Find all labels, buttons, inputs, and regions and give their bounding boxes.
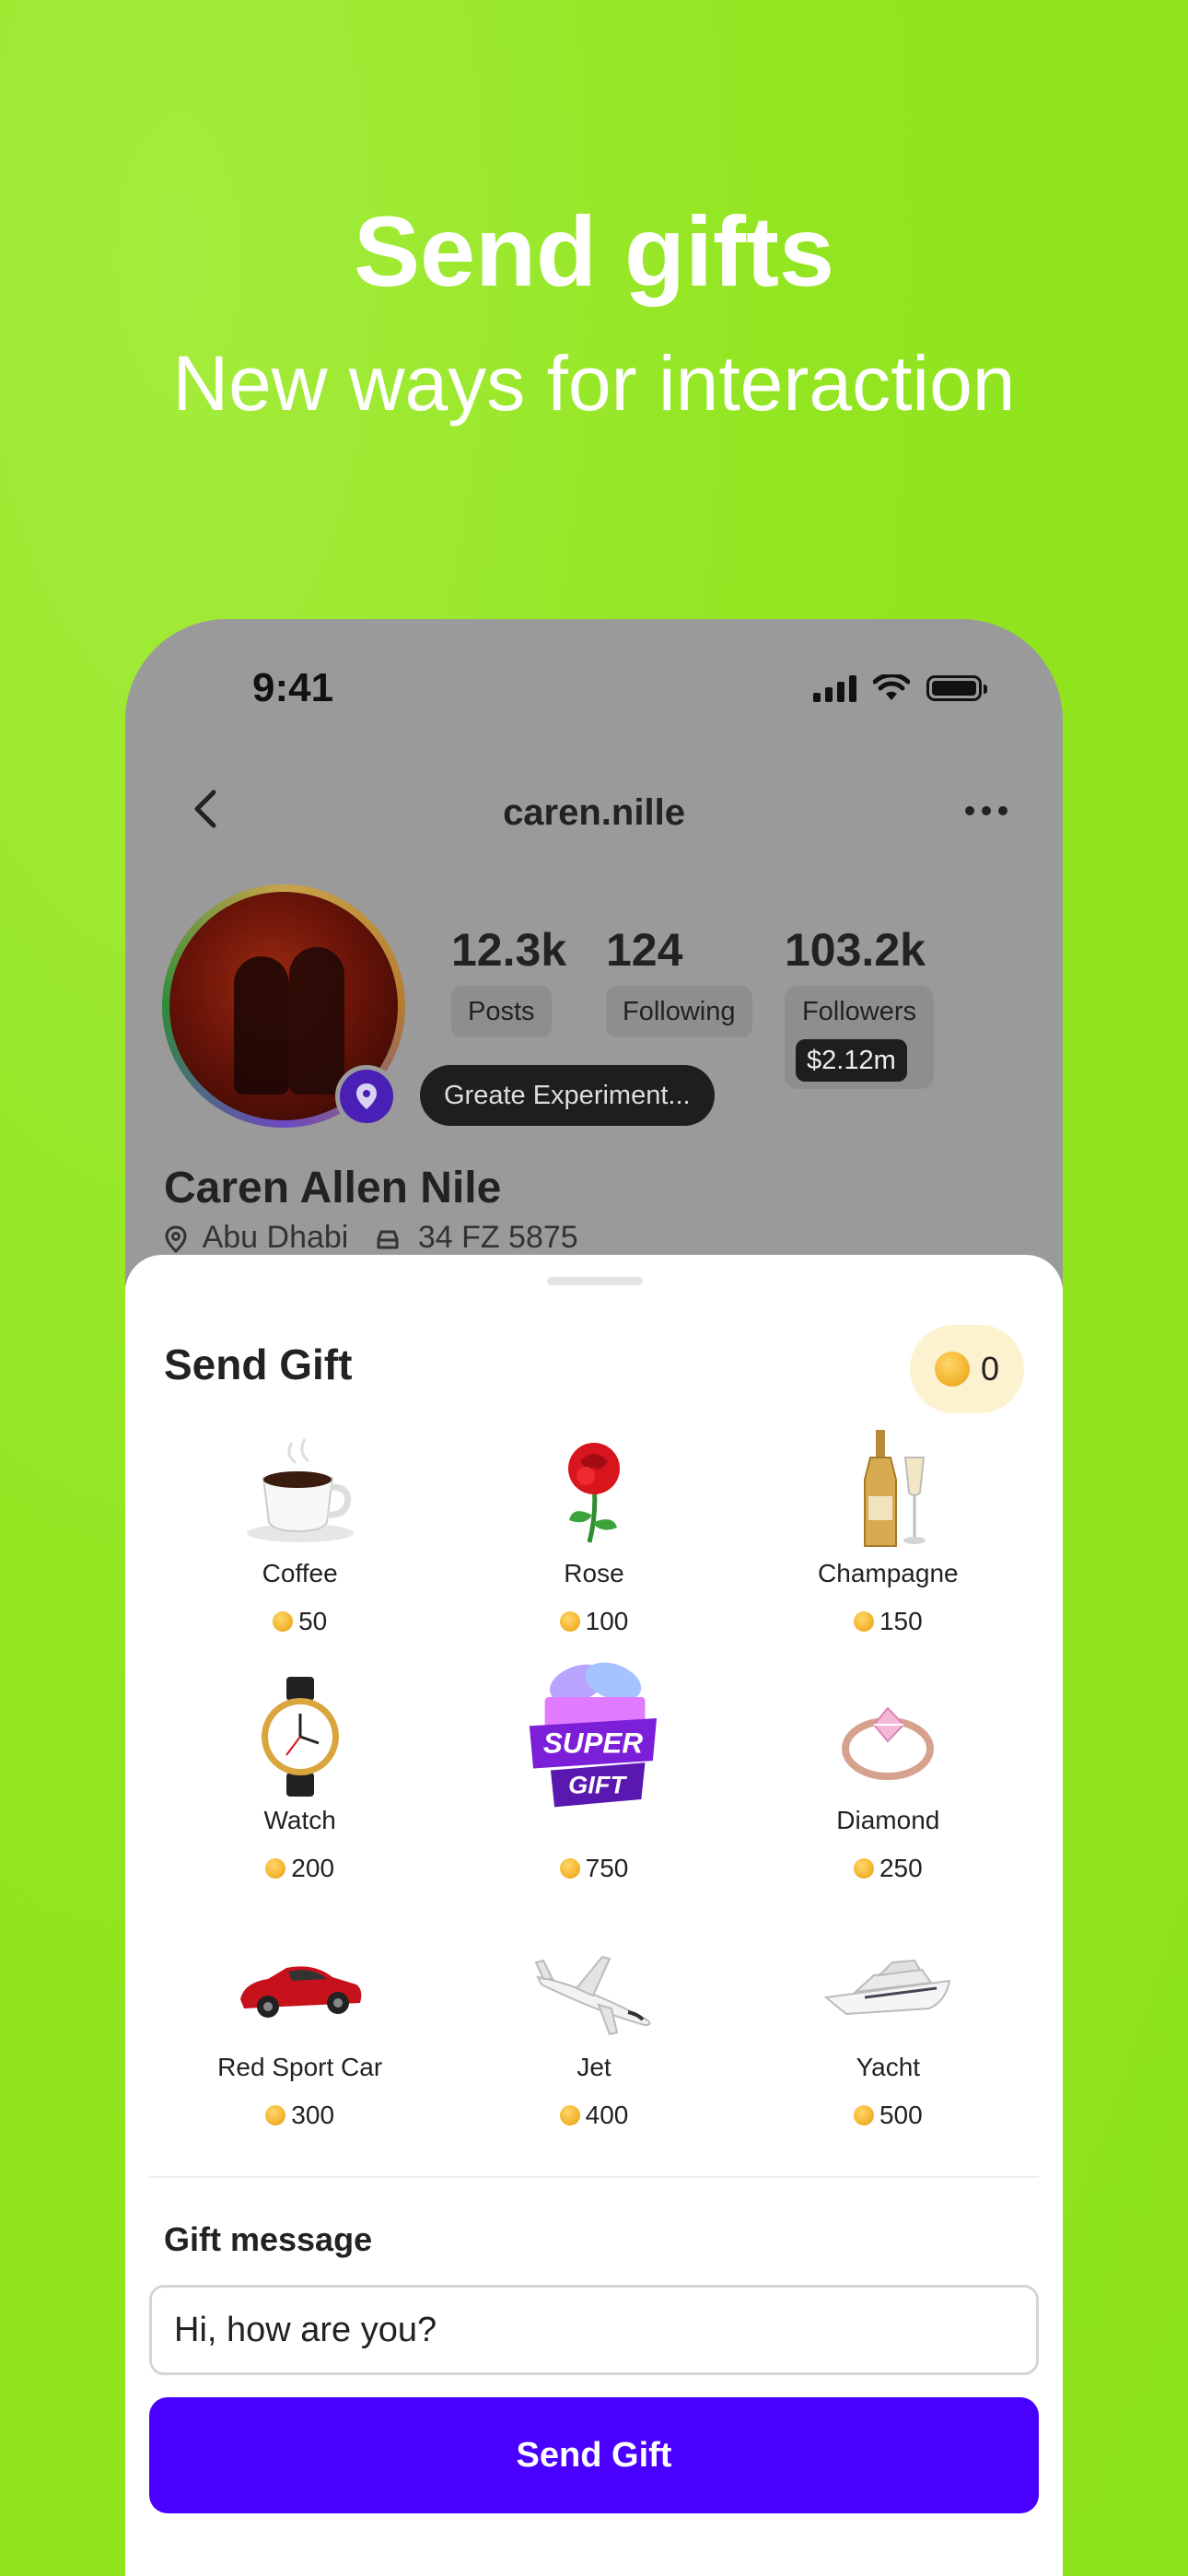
sport-car-icon (239, 1966, 361, 2018)
location-icon (165, 1225, 187, 1254)
sheet-title: Send Gift (164, 1341, 353, 1388)
gift-message-input[interactable] (149, 2285, 1039, 2375)
profile-plate: 34 FZ 5875 (417, 1220, 578, 1255)
coin-icon (559, 1611, 580, 1632)
yacht-icon (823, 1959, 951, 2016)
gift-item-rose[interactable]: Rose 100 (447, 1430, 740, 1677)
phone-screen: 9:41 caren.nille Greate Experiment... 12… (125, 619, 1063, 2576)
profile-full-name: Caren Allen Nile (164, 1164, 502, 1212)
gift-price: 250 (879, 1854, 923, 1882)
coffee-icon (246, 1438, 354, 1542)
location-pin-icon[interactable] (335, 1065, 398, 1128)
gift-price: 300 (291, 2101, 335, 2129)
jet-icon (534, 1955, 651, 2036)
gift-item-diamond[interactable]: Diamond 250 (741, 1677, 1035, 1924)
coin-balance[interactable]: 0 (910, 1325, 1024, 1413)
divider (149, 2176, 1039, 2178)
gift-item-red-sport-car[interactable]: Red Sport Car 300 (153, 1924, 447, 2171)
coin-icon (559, 2105, 580, 2125)
signal-icon (813, 674, 856, 702)
super-gift-badge-top: SUPER (543, 1727, 644, 1760)
car-icon (377, 1230, 399, 1249)
gift-price: 150 (879, 1607, 923, 1635)
wifi-icon (873, 674, 910, 700)
status-tooltip: Greate Experiment... (420, 1065, 715, 1126)
status-time: 9:41 (252, 665, 334, 710)
profile-username: caren.nille (503, 792, 685, 833)
gift-name: Rose (564, 1559, 624, 1587)
gift-item-yacht[interactable]: Yacht 500 (741, 1924, 1035, 2171)
profile-meta: Abu Dhabi 34 FZ 5875 (164, 1220, 578, 1256)
gift-name: Watch (263, 1806, 336, 1834)
gift-name: Jet (577, 2053, 611, 2081)
followers-count: 103.2k (785, 924, 926, 976)
gift-name: Red Sport Car (217, 2053, 383, 2081)
coin-icon (853, 1611, 874, 1632)
super-gift-icon: SUPER GIFT (529, 1662, 658, 1808)
earnings-badge: $2.12m (796, 1039, 907, 1082)
coin-balance-value: 0 (980, 1350, 1000, 1388)
gift-price: 500 (879, 2101, 923, 2129)
coin-icon (934, 1352, 970, 1387)
profile-location: Abu Dhabi (202, 1220, 349, 1255)
gift-price: 400 (585, 2101, 629, 2129)
posts-count: 12.3k (451, 924, 567, 976)
gift-price: 200 (291, 1854, 335, 1882)
diamond-ring-icon (842, 1706, 935, 1780)
watch-icon (261, 1677, 339, 1797)
gift-item-super-gift[interactable]: SUPER GIFT 750 (447, 1662, 740, 1924)
promo-title: Send gifts (353, 195, 835, 307)
more-options-icon[interactable] (954, 783, 1019, 838)
gift-item-champagne[interactable]: Champagne 150 (741, 1430, 1035, 1677)
posts-label[interactable]: Posts (451, 986, 552, 1037)
send-gift-button[interactable]: Send Gift (149, 2397, 1039, 2513)
gift-price: 750 (585, 1854, 629, 1882)
rose-icon (567, 1443, 620, 1543)
send-gift-sheet: Send Gift 0 Coffee 50 Rose 100 Champagne… (125, 1255, 1063, 2576)
followers-label: Followers (801, 997, 917, 1026)
following-label[interactable]: Following (606, 986, 752, 1037)
champagne-icon (864, 1430, 926, 1547)
gift-name: Yacht (856, 2053, 921, 2081)
gift-grid: Coffee 50 Rose 100 Champagne 150 Watch 2… (153, 1430, 1035, 2171)
gift-price: 100 (585, 1607, 629, 1635)
status-bar: 9:41 (125, 619, 1063, 767)
coin-icon (853, 2105, 874, 2125)
battery-icon (926, 675, 987, 701)
followers-box[interactable]: Followers $2.12m (785, 986, 934, 1089)
following-count: 124 (606, 924, 683, 976)
coin-icon (265, 2105, 286, 2125)
gift-name: Coffee (262, 1559, 338, 1587)
promo-subtitle: New ways for interaction (172, 340, 1016, 427)
coin-icon (273, 1611, 294, 1632)
gift-item-coffee[interactable]: Coffee 50 (153, 1430, 447, 1677)
gift-name: Diamond (836, 1806, 940, 1834)
coin-icon (559, 1858, 580, 1879)
gift-item-watch[interactable]: Watch 200 (153, 1677, 447, 1924)
gift-name: Champagne (818, 1559, 959, 1587)
sheet-grabber[interactable] (547, 1277, 643, 1285)
super-gift-badge-bottom: GIFT (568, 1771, 627, 1799)
top-nav: caren.nille (125, 755, 1063, 866)
coin-icon (265, 1858, 286, 1879)
gift-message-label: Gift message (164, 2220, 373, 2258)
coin-icon (853, 1858, 874, 1879)
gift-price: 50 (298, 1607, 328, 1635)
gift-item-jet[interactable]: Jet 400 (447, 1924, 740, 2171)
